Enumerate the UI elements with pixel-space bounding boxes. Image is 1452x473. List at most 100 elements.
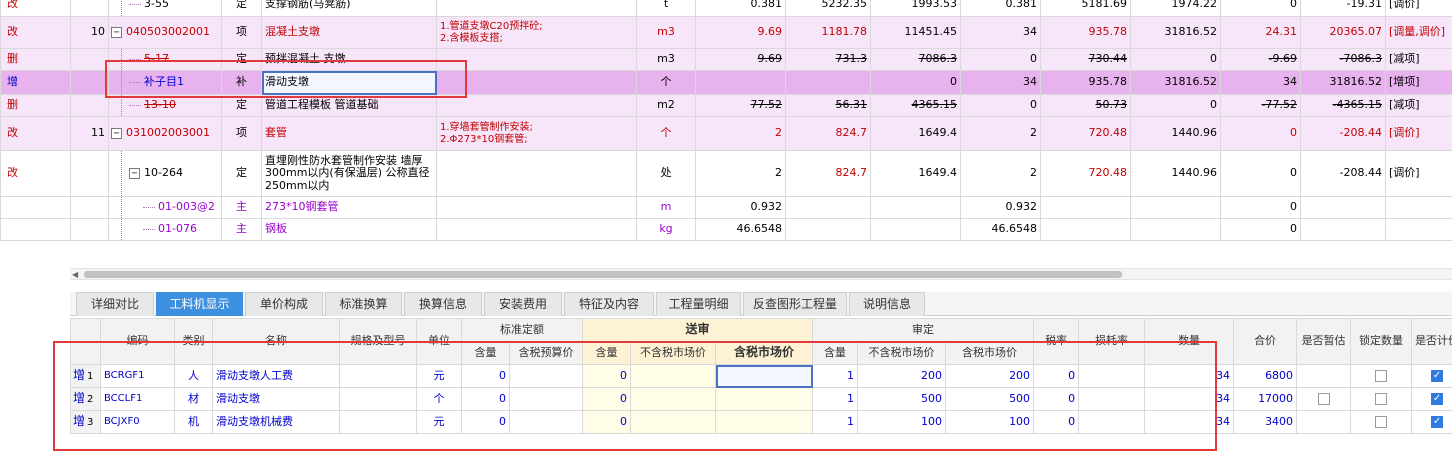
row-audit-qty[interactable]: 0: [960, 94, 1041, 117]
priced-checkbox[interactable]: ✓: [1431, 415, 1444, 428]
collapse-icon[interactable]: −: [129, 167, 140, 179]
row-audit-qty[interactable]: 0: [960, 48, 1041, 71]
row-code[interactable]: 3-55: [108, 0, 222, 17]
header-sd-tax[interactable]: 含税市场价: [945, 341, 1035, 365]
tab-3[interactable]: 单价构成: [245, 292, 323, 316]
header-unit[interactable]: 单位: [416, 318, 462, 365]
sd-qty-cell[interactable]: 1: [812, 364, 859, 388]
sd-notax-cell[interactable]: 500: [857, 387, 947, 411]
row-code[interactable]: −10-264: [108, 150, 222, 197]
spec-cell[interactable]: [339, 410, 417, 434]
header-code[interactable]: 编码: [100, 318, 175, 365]
row-name[interactable]: 钢板: [261, 218, 437, 241]
resource-row[interactable]: 增 3 BCJXF0 机滑动支墩机械费元 0 0 1 100 100 0 34 3400 ✓: [70, 410, 1452, 434]
row-qty[interactable]: 9.69: [695, 16, 786, 49]
code-cell[interactable]: BCCLF1: [100, 387, 175, 411]
resource-row[interactable]: 增 1 BCRGF1 人滑动支墩人工费元 0 0 1 200 200 0 34 6800 ✓: [70, 364, 1452, 388]
lock-qty-cell[interactable]: [1350, 387, 1413, 411]
header-std-price[interactable]: 含税预算价: [509, 341, 583, 365]
row-code[interactable]: 5-17: [108, 48, 222, 71]
tab-1[interactable]: 详细对比: [76, 292, 154, 316]
loss-rate-cell[interactable]: [1078, 387, 1146, 411]
ss-tax-cell[interactable]: [714, 387, 814, 411]
bill-row[interactable]: 删 5-17 定预拌混凝土 支墩 m3 9.69 731.3 7086.3 0 730.44 0-…: [0, 48, 1452, 71]
name-cell[interactable]: 滑动支墩人工费: [212, 364, 340, 388]
is-priced-cell[interactable]: ✓: [1411, 364, 1452, 388]
row-audit-qty[interactable]: 46.6548: [960, 218, 1041, 241]
row-code[interactable]: 补子目1: [108, 70, 222, 95]
loss-rate-cell[interactable]: [1078, 410, 1146, 434]
ss-notax-cell[interactable]: [630, 364, 716, 388]
amount-cell[interactable]: 34: [1144, 410, 1235, 434]
header-std-qty[interactable]: 含量: [461, 341, 510, 365]
is-estimate-cell[interactable]: [1296, 387, 1352, 411]
bill-row[interactable]: 删 13-10 定管道工程模板 管道基础 m2 77.52 56.31 4365.15 0 50…: [0, 94, 1452, 117]
row-name[interactable]: 273*10钢套管: [261, 196, 437, 219]
lock-qty-cell[interactable]: [1350, 410, 1413, 434]
spec-cell[interactable]: [339, 387, 417, 411]
priced-checkbox[interactable]: ✓: [1431, 369, 1444, 382]
ss-notax-cell[interactable]: [630, 410, 716, 434]
scrollbar-thumb[interactable]: [84, 271, 1122, 278]
ss-notax-cell[interactable]: [630, 387, 716, 411]
is-estimate-cell[interactable]: [1296, 364, 1352, 388]
tab-8[interactable]: 工程量明细: [656, 292, 741, 316]
row-qty[interactable]: 9.69: [695, 48, 786, 71]
sd-qty-cell[interactable]: 1: [812, 410, 859, 434]
row-audit-price[interactable]: 5181.69: [1040, 0, 1131, 17]
row-qty[interactable]: 0.932: [695, 196, 786, 219]
tab-5[interactable]: 换算信息: [404, 292, 482, 316]
tab-7[interactable]: 特征及内容: [564, 292, 654, 316]
std-qty-cell[interactable]: 0: [461, 410, 510, 434]
header-amount[interactable]: 数量: [1144, 318, 1235, 365]
spec-cell[interactable]: [339, 364, 417, 388]
name-cell[interactable]: 滑动支墩机械费: [212, 410, 340, 434]
is-priced-cell[interactable]: ✓: [1411, 410, 1452, 434]
ss-qty-cell[interactable]: 0: [582, 364, 631, 388]
ss-qty-cell[interactable]: 0: [582, 410, 631, 434]
row-audit-qty[interactable]: 0.932: [960, 196, 1041, 219]
row-name[interactable]: 预拌混凝土 支墩: [261, 48, 437, 71]
sd-tax-cell[interactable]: 500: [945, 387, 1035, 411]
ss-tax-cell[interactable]: [714, 364, 814, 388]
tab-2[interactable]: 工料机显示: [156, 292, 243, 316]
header-sd-qty[interactable]: 含量: [812, 341, 859, 365]
std-price-cell[interactable]: [509, 364, 583, 388]
header-is-priced[interactable]: 是否计价: [1411, 318, 1452, 365]
tax-rate-cell[interactable]: 0: [1033, 364, 1080, 388]
row-audit-qty[interactable]: 34: [960, 70, 1041, 95]
row-audit-qty[interactable]: 0.381: [960, 0, 1041, 17]
row-name[interactable]: 管道工程模板 管道基础: [261, 94, 437, 117]
ss-tax-cell[interactable]: [714, 410, 814, 434]
row-audit-qty[interactable]: 2: [960, 116, 1041, 151]
header-lock-qty[interactable]: 锁定数量: [1350, 318, 1413, 365]
loss-rate-cell[interactable]: [1078, 364, 1146, 388]
sd-notax-cell[interactable]: 100: [857, 410, 947, 434]
sd-qty-cell[interactable]: 1: [812, 387, 859, 411]
code-cell[interactable]: BCJXF0: [100, 410, 175, 434]
std-qty-cell[interactable]: 0: [461, 387, 510, 411]
row-code[interactable]: 01-003@2: [108, 196, 222, 219]
bill-row[interactable]: 01-003@2 主 273*10钢套管 m 0.932 0.932 0: [0, 196, 1452, 219]
header-ss-qty[interactable]: 含量: [582, 341, 631, 365]
row-code[interactable]: −040503002001: [108, 16, 222, 49]
priced-checkbox[interactable]: ✓: [1431, 392, 1444, 405]
row-qty[interactable]: 2: [695, 116, 786, 151]
horizontal-scrollbar[interactable]: ◀: [70, 268, 1452, 280]
std-price-cell[interactable]: [509, 387, 583, 411]
lock-qty-checkbox[interactable]: [1375, 369, 1388, 382]
row-audit-qty[interactable]: 2: [960, 150, 1041, 197]
type-cell[interactable]: 人: [174, 364, 213, 388]
row-name[interactable]: 支撑钢筋(马凳筋): [261, 0, 437, 17]
row-audit-price[interactable]: 935.78: [1040, 70, 1131, 95]
row-qty[interactable]: 0.381: [695, 0, 786, 17]
tab-9[interactable]: 反查图形工程量: [743, 292, 847, 316]
unit-cell[interactable]: 个: [416, 387, 462, 411]
estimate-checkbox[interactable]: [1317, 392, 1330, 405]
lock-qty-checkbox[interactable]: [1375, 415, 1388, 428]
row-qty[interactable]: 46.6548: [695, 218, 786, 241]
header-type[interactable]: 类别: [174, 318, 213, 365]
bill-row[interactable]: 01-076 主钢板 kg 46.6548 46.6548 0: [0, 218, 1452, 241]
header-name[interactable]: 名称: [212, 318, 340, 365]
row-audit-price[interactable]: 730.44: [1040, 48, 1131, 71]
